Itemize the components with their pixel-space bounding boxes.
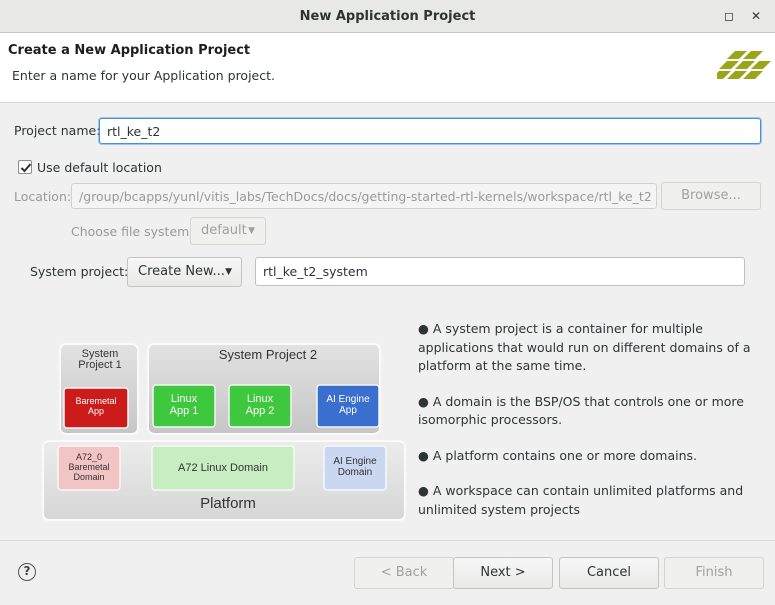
window-title: New Application Project: [299, 9, 476, 24]
cancel-button[interactable]: Cancel: [559, 557, 659, 589]
file-system-value: default: [201, 223, 247, 238]
bullet-workspace: ● A workspace can contain unlimited plat…: [418, 483, 744, 517]
page-subtitle: Enter a name for your Application projec…: [12, 68, 275, 83]
back-button[interactable]: < Back: [354, 557, 454, 589]
system-project-label: System project:: [30, 264, 129, 279]
svg-text:App: App: [88, 406, 104, 416]
svg-text:App: App: [339, 405, 357, 416]
platform-label: Platform: [200, 495, 256, 512]
next-button[interactable]: Next >: [453, 557, 553, 589]
location-label: Location:: [14, 189, 72, 204]
project-name-label: Project name:: [14, 123, 101, 138]
svg-text:AI Engine: AI Engine: [333, 456, 377, 467]
svg-text:App 2: App 2: [246, 405, 275, 417]
xilinx-logo-icon: [717, 51, 771, 79]
wizard-header: Create a New Application Project Enter a…: [0, 33, 775, 103]
svg-text:App 1: App 1: [170, 405, 199, 417]
title-bar: New Application Project ◻ ✕: [0, 0, 775, 33]
system-project-name-input[interactable]: rtl_ke_t2_system: [255, 257, 745, 286]
system-project-1-box: System Project 1 Baremetal App: [59, 343, 139, 435]
svg-text:A72_0: A72_0: [76, 452, 102, 462]
location-input[interactable]: /group/bcapps/yunl/vitis_labs/TechDocs/d…: [71, 183, 657, 209]
browse-button[interactable]: Browse...: [661, 182, 761, 210]
system-project-2-box: System Project 2 Linux App 1 Linux App 2…: [147, 343, 381, 435]
svg-text:Baremetal: Baremetal: [75, 396, 116, 406]
use-default-location-label[interactable]: Use default location: [37, 160, 162, 175]
file-system-label: Choose file system:: [71, 224, 194, 239]
bullet-domain: ● A domain is the BSP/OS that controls o…: [418, 393, 744, 428]
help-icon[interactable]: ?: [18, 563, 36, 581]
maximize-button[interactable]: ◻: [719, 6, 739, 26]
svg-text:Baremetal: Baremetal: [68, 462, 109, 472]
svg-text:Linux: Linux: [171, 393, 198, 405]
bullet-system-project: ● A system project is a container for mu…: [418, 321, 751, 373]
svg-text:Domain: Domain: [73, 472, 104, 482]
finish-button[interactable]: Finish: [664, 557, 764, 589]
info-bullets: ● A system project is a container for mu…: [418, 320, 758, 536]
bullet-platform: ● A platform contains one or more domain…: [418, 447, 698, 463]
svg-text:A72 Linux Domain: A72 Linux Domain: [178, 462, 268, 474]
close-button[interactable]: ✕: [746, 6, 766, 26]
checkmark-icon: [20, 163, 32, 173]
svg-text:Domain: Domain: [338, 467, 372, 478]
page-title: Create a New Application Project: [8, 43, 251, 58]
system-project-dropdown[interactable]: Create New... ▼: [127, 257, 242, 287]
use-default-location-checkbox[interactable]: [18, 160, 32, 174]
system-project-2-label: System Project 2: [219, 347, 317, 362]
svg-text:Project 1: Project 1: [78, 359, 121, 371]
file-system-dropdown[interactable]: default ▼: [190, 217, 266, 245]
project-name-input[interactable]: rtl_ke_t2: [99, 118, 761, 144]
footer-separator: [0, 540, 775, 541]
system-project-select-value: Create New...: [138, 264, 225, 279]
chevron-down-icon: ▼: [225, 267, 232, 277]
svg-text:AI Engine: AI Engine: [326, 394, 370, 405]
svg-text:Linux: Linux: [247, 393, 274, 405]
chevron-down-icon: ▼: [248, 226, 255, 236]
architecture-diagram: Platform System Project 1 Baremetal App …: [42, 343, 406, 521]
